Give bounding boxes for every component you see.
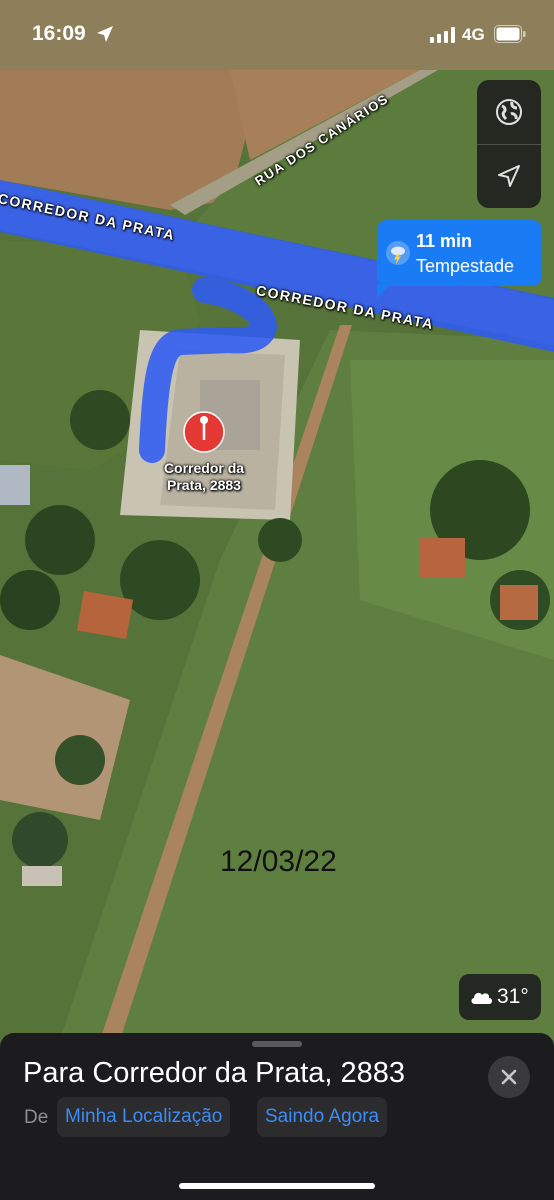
directions-sheet: Para Corredor da Prata, 2883 De Minha Lo… — [0, 1033, 554, 1200]
date-stamp: 12/03/22 — [220, 845, 337, 878]
route-eta-callout[interactable]: 11 min Tempestade — [377, 220, 542, 298]
map-mode-button[interactable] — [477, 80, 541, 144]
location-arrow-icon — [498, 165, 520, 187]
status-bar: 16:09 4G — [0, 0, 554, 66]
destination-pin-label: Corredor da Prata, 2883 — [144, 460, 264, 494]
tracking-button[interactable] — [477, 144, 541, 208]
network-type: 4G — [462, 25, 485, 44]
map-controls — [477, 80, 541, 208]
close-button[interactable] — [488, 1056, 530, 1098]
eta-time: 11 min — [416, 231, 473, 251]
pin-label-line1: Corredor da — [163, 460, 245, 476]
cellular-signal-icon — [430, 27, 455, 43]
status-time: 16:09 — [32, 22, 86, 45]
temperature: 31° — [497, 985, 529, 1008]
globe-icon — [496, 99, 522, 125]
close-icon — [501, 1069, 517, 1085]
weather-chip[interactable]: 31° — [459, 974, 541, 1020]
eta-weather: Tempestade — [416, 256, 515, 276]
sheet-grabber[interactable] — [252, 1041, 302, 1047]
home-indicator[interactable] — [179, 1183, 375, 1189]
battery-icon — [494, 25, 526, 43]
destination-title: Para Corredor da Prata, 2883 — [23, 1057, 406, 1089]
from-label: De — [24, 1107, 49, 1128]
location-arrow-icon — [97, 26, 113, 42]
destination-pin-icon[interactable] — [184, 412, 224, 452]
departure-time-chip[interactable]: Saindo Agora — [257, 1097, 388, 1137]
pin-label-line2: Prata, 2883 — [167, 477, 241, 493]
cloud-icon — [471, 992, 492, 1004]
thunderstorm-icon — [386, 241, 410, 265]
satellite-map[interactable] — [0, 0, 554, 1200]
origin-chip[interactable]: Minha Localização — [57, 1097, 231, 1137]
